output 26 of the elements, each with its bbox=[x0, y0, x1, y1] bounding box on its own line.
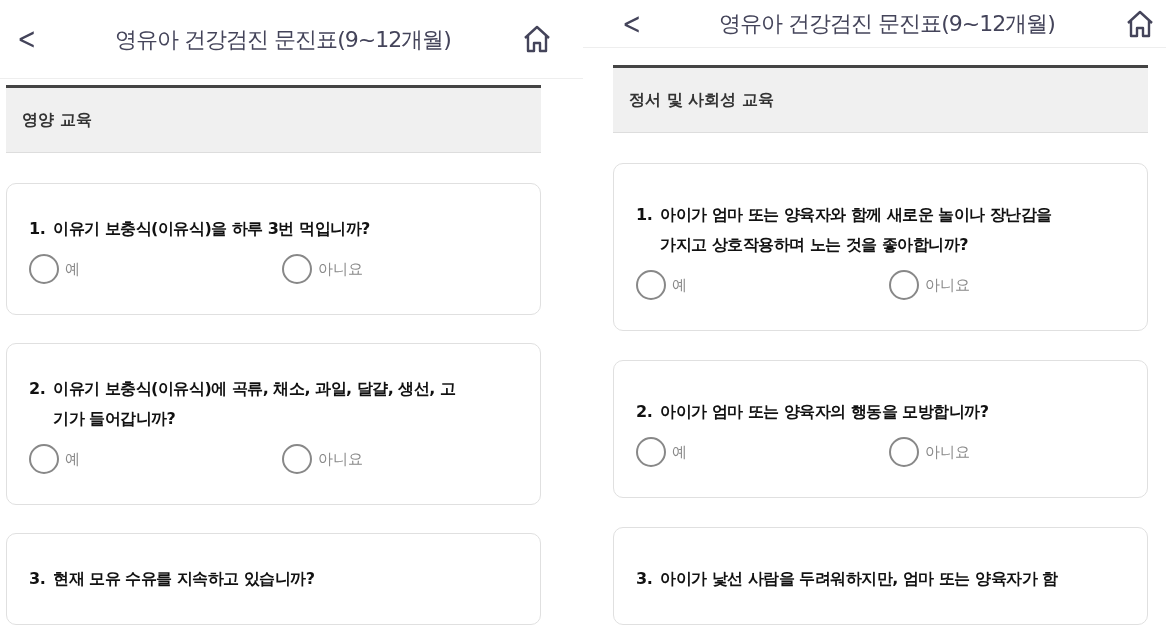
radio-option[interactable]: 아니요 bbox=[282, 254, 363, 284]
radio-option[interactable]: 예 bbox=[636, 437, 889, 467]
section-title: 정서 및 사회성 교육 bbox=[629, 89, 774, 111]
question-text: 아이가 엄마 또는 양육자와 함께 새로운 놀이나 장난감을 가지고 상호작용하며 노는 것을 좋아합니까? bbox=[660, 204, 1053, 256]
radio-option[interactable]: 예 bbox=[636, 270, 889, 300]
question-number: 1. bbox=[29, 218, 47, 240]
question-text: 아이가 낯선 사람을 두려워하지만, 엄마 또는 양육자가 함 bbox=[660, 568, 1059, 590]
section-title: 영양 교육 bbox=[22, 109, 92, 131]
radio-option[interactable]: 아니요 bbox=[282, 444, 363, 474]
question-number: 3. bbox=[29, 568, 47, 590]
radio-option[interactable]: 예 bbox=[29, 444, 282, 474]
question-number: 2. bbox=[29, 378, 47, 400]
back-button[interactable]: < bbox=[12, 24, 41, 54]
screen-title: 영유아 건강검진 문진표(9~12개월) bbox=[719, 11, 1055, 36]
question-number: 3. bbox=[636, 568, 654, 590]
question-number: 1. bbox=[636, 204, 654, 226]
radio-option[interactable]: 아니요 bbox=[889, 437, 970, 467]
question-text: 현재 모유 수유를 지속하고 있습니까? bbox=[53, 568, 316, 590]
screen-title: 영유아 건강검진 문진표(9~12개월) bbox=[115, 26, 451, 52]
radio-option[interactable]: 예 bbox=[29, 254, 282, 284]
question-number: 2. bbox=[636, 401, 654, 423]
question-text: 이유기 보충식(이유식)에 곡류, 채소, 과일, 달걀, 생선, 고기가 들어갑니까? bbox=[53, 378, 457, 430]
radio-option[interactable]: 아니요 bbox=[889, 270, 970, 300]
question-text: 아이가 엄마 또는 양육자의 행동을 모방합니까? bbox=[660, 401, 990, 423]
back-button[interactable]: < bbox=[617, 8, 646, 39]
question-text: 이유기 보충식(이유식)을 하루 3번 먹입니까? bbox=[53, 218, 371, 240]
